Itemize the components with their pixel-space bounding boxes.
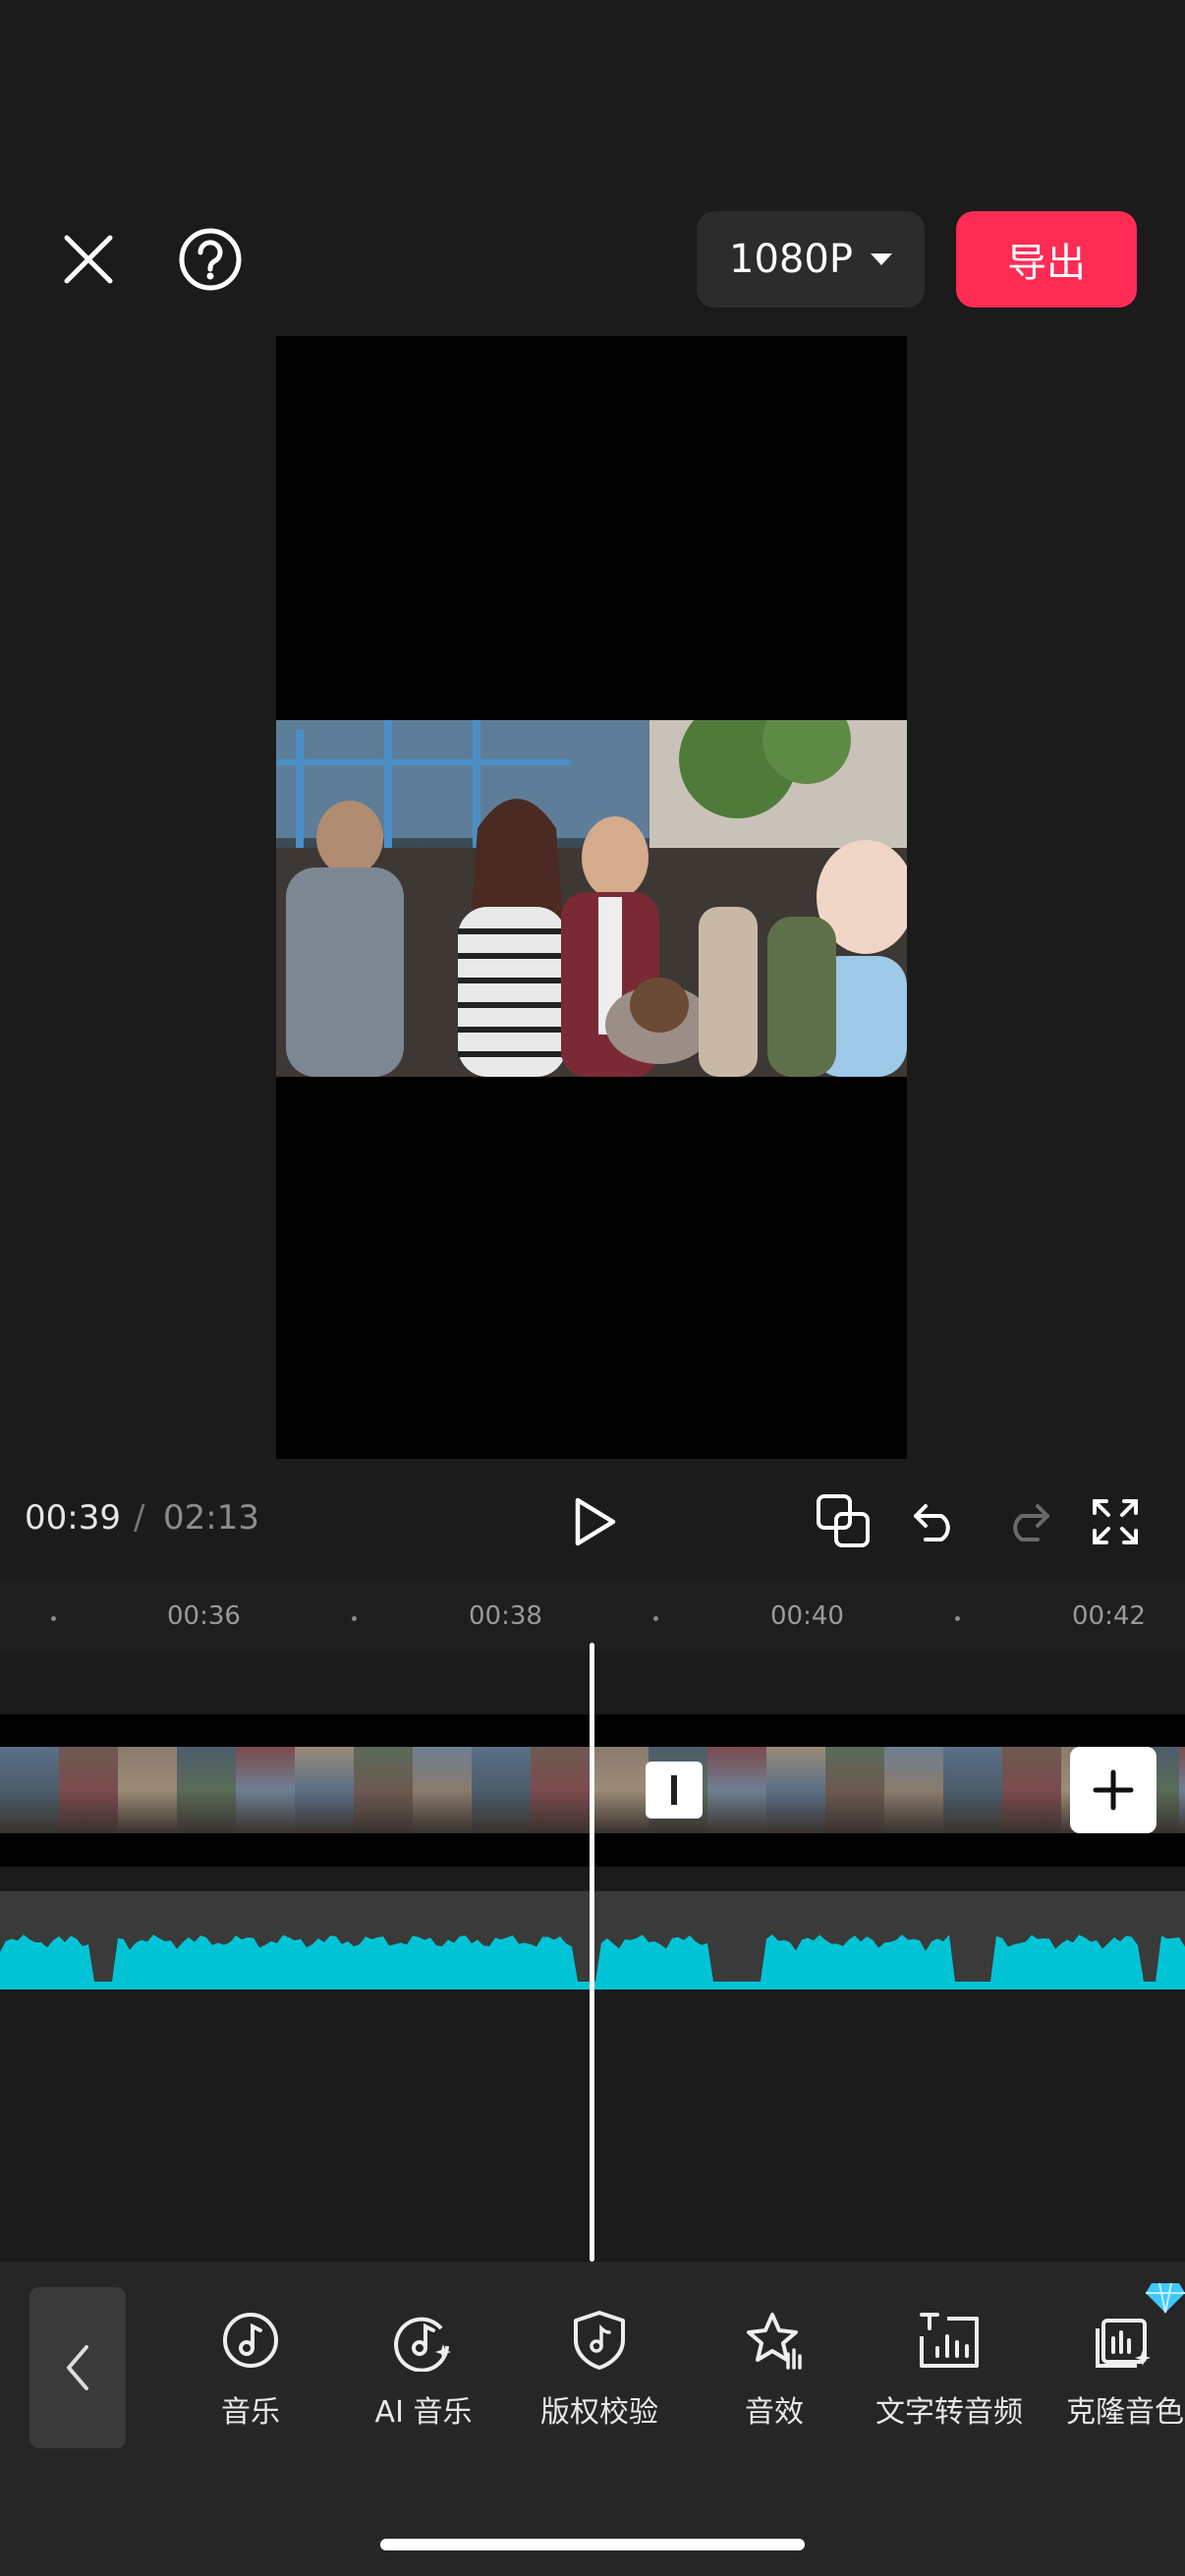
- help-icon: [179, 228, 242, 291]
- add-clip-button[interactable]: [1070, 1747, 1157, 1833]
- tool-label: AI 音乐: [374, 2395, 473, 2430]
- current-time: 00:39: [25, 1498, 121, 1538]
- caret-down-icon: [870, 253, 892, 265]
- ruler-dot: [51, 1616, 56, 1621]
- play-icon: [575, 1497, 616, 1546]
- video-frame-image: [276, 720, 907, 1077]
- ai-music-icon: [394, 2317, 451, 2372]
- clip-thumbnail: [943, 1747, 1002, 1833]
- ruler-label: 00:40: [770, 1601, 844, 1631]
- transition-button[interactable]: [646, 1762, 703, 1819]
- help-button[interactable]: [172, 221, 249, 298]
- redo-button[interactable]: [992, 1490, 1061, 1553]
- tool-music[interactable]: 音乐: [167, 2309, 334, 2431]
- ruler-dot: [653, 1616, 658, 1621]
- export-label: 导出: [1007, 241, 1086, 286]
- tool-copyright-check[interactable]: 版权校验: [516, 2309, 683, 2431]
- overlay-button[interactable]: [810, 1490, 878, 1553]
- tool-ai-music[interactable]: AI 音乐: [340, 2309, 507, 2431]
- close-button[interactable]: [54, 221, 123, 298]
- toolbar-back-button[interactable]: [29, 2287, 126, 2448]
- resolution-label: 1080P: [729, 237, 853, 282]
- clip-thumbnail: [531, 1747, 590, 1833]
- sound-effect-icon: [747, 2313, 802, 2370]
- home-indicator: [380, 2539, 805, 2550]
- clip-thumbnail: [236, 1747, 295, 1833]
- tool-label: 音效: [745, 2395, 804, 2430]
- clip-thumbnail: [354, 1747, 413, 1833]
- music-note-icon: [223, 2313, 278, 2368]
- redo-icon: [1013, 1504, 1049, 1541]
- undo-button[interactable]: [902, 1490, 971, 1553]
- undo-icon: [914, 1504, 950, 1541]
- clip-thumbnail: [59, 1747, 118, 1833]
- fullscreen-icon: [1093, 1499, 1138, 1544]
- total-duration: 02:13: [163, 1498, 259, 1538]
- close-icon: [64, 235, 113, 284]
- voice-clone-icon: [1096, 2319, 1151, 2368]
- play-button[interactable]: [560, 1490, 629, 1553]
- tool-sound-effect[interactable]: 音效: [691, 2309, 858, 2431]
- transition-icon: [671, 1775, 677, 1805]
- tool-label: 版权校验: [540, 2395, 658, 2430]
- tool-label: 音乐: [221, 2395, 280, 2430]
- resolution-select[interactable]: 1080P: [697, 211, 925, 308]
- playhead[interactable]: [590, 1643, 594, 2262]
- clip-thumbnail: [118, 1747, 177, 1833]
- clip-thumbnail: [413, 1747, 472, 1833]
- clip-thumbnail: [177, 1747, 236, 1833]
- time-separator: /: [134, 1498, 145, 1538]
- tool-text-to-audio[interactable]: 文字转音频: [866, 2309, 1033, 2431]
- clip-thumbnail: [590, 1747, 649, 1833]
- ruler-dot: [955, 1616, 960, 1621]
- ruler-label: 00:36: [167, 1601, 241, 1631]
- clip-thumbnail: [884, 1747, 943, 1833]
- clip-thumbnail: [825, 1747, 884, 1833]
- clip-thumbnail: [1002, 1747, 1061, 1833]
- export-button[interactable]: 导出: [956, 211, 1137, 308]
- copyright-shield-icon: [574, 2311, 625, 2370]
- tool-voice-clone[interactable]: 克隆音色: [1042, 2309, 1185, 2431]
- clip-thumbnail: [295, 1747, 354, 1833]
- clip-thumbnail: [707, 1747, 766, 1833]
- ruler-label: 00:42: [1072, 1601, 1146, 1631]
- vip-diamond-icon: [1146, 2282, 1185, 2314]
- chevron-left-icon: [67, 2345, 88, 2390]
- plus-icon: [1093, 1769, 1134, 1811]
- clip-thumbnail: [472, 1747, 531, 1833]
- ruler-dot: [352, 1616, 357, 1621]
- clip-thumbnail: [0, 1747, 59, 1833]
- text-to-audio-icon: [920, 2313, 979, 2368]
- clip-thumbnail: [1179, 1747, 1185, 1833]
- fullscreen-button[interactable]: [1081, 1490, 1150, 1553]
- overlay-icon: [817, 1494, 870, 1547]
- tool-label: 文字转音频: [875, 2395, 1023, 2430]
- clip-thumbnail: [766, 1747, 825, 1833]
- tool-label: 克隆音色: [1066, 2395, 1184, 2430]
- ruler-label: 00:38: [469, 1601, 542, 1631]
